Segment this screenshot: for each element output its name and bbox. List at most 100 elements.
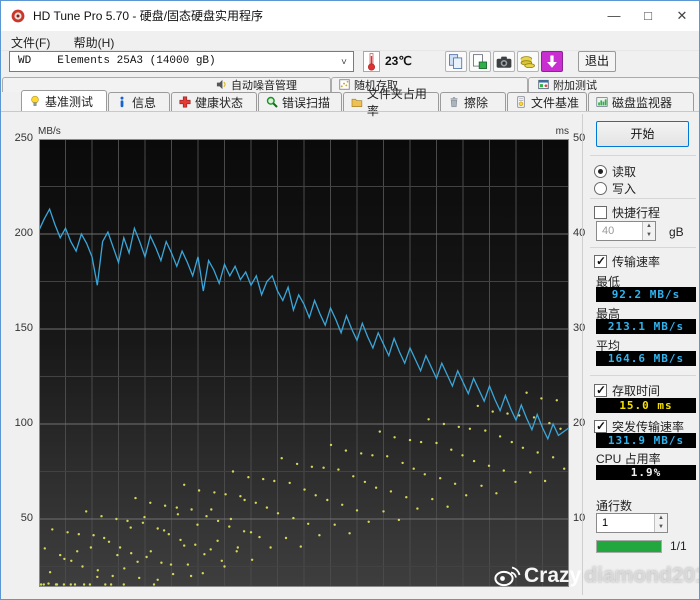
tab-label: 文件基准: [531, 95, 580, 110]
checkbox-icon[interactable]: [594, 206, 607, 219]
axis-tick: 50: [573, 132, 586, 144]
camera-icon: [496, 56, 512, 68]
short-stroke-checkbox[interactable]: 快捷行程: [594, 204, 660, 221]
short-stroke-value: 40: [602, 225, 615, 237]
access-time-value: 15.0 ms: [596, 398, 696, 413]
menu-bar: 文件(F) 帮助(H): [1, 31, 699, 51]
bulb-icon: [31, 95, 39, 106]
thermometer-icon: [368, 53, 376, 71]
app-window: HD Tune Pro 5.70 - 硬盘/固态硬盘实用程序 — □ ✕ 文件(…: [0, 0, 700, 600]
download-button[interactable]: [541, 51, 563, 72]
tab-label: 错误扫描: [282, 95, 331, 110]
random-access-icon: [339, 79, 350, 90]
watermark: Crazydiamond2012: [493, 564, 699, 588]
radio-icon[interactable]: [594, 165, 607, 178]
spin-down-icon[interactable]: ▼: [643, 231, 655, 240]
avg-value: 164.6 MB/s: [596, 351, 696, 366]
file-benchmark-icon: [517, 96, 525, 108]
app-icon: [11, 9, 25, 23]
read-radio[interactable]: 读取: [594, 163, 636, 180]
menu-help[interactable]: 帮助(H): [64, 31, 125, 51]
exit-button[interactable]: 退出: [578, 51, 616, 72]
tab-label: 附加测试: [553, 79, 597, 92]
cpu-usage-value: 1.9%: [596, 465, 696, 480]
spin-down-icon[interactable]: ▼: [655, 523, 667, 532]
tab-divider: [1, 111, 699, 112]
separator: [590, 155, 696, 156]
access-time-checkbox[interactable]: 存取时间: [594, 382, 660, 399]
axis-tick: 150: [14, 322, 33, 334]
tab-extra-tests-label[interactable]: 附加测试: [538, 78, 597, 92]
window-title: HD Tune Pro 5.70 - 硬盘/固态硬盘实用程序: [33, 9, 264, 23]
tab-folder-usage[interactable]: 文件夹占用率: [343, 87, 439, 118]
tab-info[interactable]: 信息: [108, 92, 170, 111]
save-results-button[interactable]: [469, 51, 491, 72]
tab-error-scan[interactable]: 错误扫描: [258, 92, 342, 111]
tab-health[interactable]: 健康状态: [171, 92, 257, 111]
minimize-button[interactable]: —: [597, 1, 631, 31]
checkbox-icon[interactable]: [594, 419, 607, 433]
passes-label: 通行数: [596, 499, 633, 513]
drive-select[interactable]: WD Elements 25A3 (14000 gB) ˅: [9, 51, 354, 72]
panel-divider: [582, 114, 583, 595]
folder-icon: [351, 98, 363, 107]
main-tab-row: 基准测试 信息 健康状态 错误扫描 文件夹占用率 擦除 文件基准 磁盘监视器: [1, 87, 699, 118]
axis-tick: 40: [573, 227, 586, 239]
maximize-button[interactable]: □: [631, 1, 665, 31]
separator: [590, 375, 696, 376]
tab-erase[interactable]: 擦除: [440, 92, 506, 111]
passes-stepper[interactable]: 1 ▲ ▼: [596, 513, 668, 533]
chevron-down-icon: ˅: [340, 58, 347, 69]
passes-value: 1: [602, 517, 609, 529]
weibo-icon: [494, 566, 521, 587]
speaker-icon: [216, 79, 226, 90]
transfer-rate-label: 传输速率: [612, 255, 661, 269]
spin-up-icon[interactable]: ▲: [643, 222, 655, 231]
axis-tick: 10: [573, 512, 586, 524]
write-radio-label: 写入: [612, 182, 637, 196]
start-button[interactable]: 开始: [596, 121, 689, 147]
tab-label: 自动噪音管理: [231, 79, 297, 92]
close-button[interactable]: ✕: [665, 1, 699, 31]
info-icon: [120, 96, 124, 108]
temperature-value: 23℃: [385, 54, 412, 68]
scan-icon: [266, 96, 278, 108]
axis-tick: 200: [14, 227, 33, 239]
drive-vendor: WD: [18, 55, 32, 67]
tab-aam-label[interactable]: 自动噪音管理: [216, 78, 297, 92]
axis-tick: 20: [573, 417, 586, 429]
transfer-rate-checkbox[interactable]: 传输速率: [594, 253, 660, 270]
read-radio-label: 读取: [612, 165, 637, 179]
copy-icon: [449, 53, 463, 69]
erase-icon: [450, 97, 458, 108]
axis-tick: 50: [20, 512, 33, 524]
copy-results-button[interactable]: [445, 51, 467, 72]
progress-text: 1/1: [670, 539, 687, 553]
extra-tests-icon: [538, 79, 549, 90]
radio-icon[interactable]: [594, 182, 607, 195]
drive-model: Elements 25A3 (14000 gB): [57, 55, 216, 67]
temperature-button[interactable]: [363, 51, 380, 72]
checkbox-icon[interactable]: [594, 383, 607, 397]
tab-benchmark[interactable]: 基准测试: [21, 90, 107, 111]
toolbar: WD Elements 25A3 (14000 gB) ˅ 23℃ 退出: [1, 51, 699, 77]
tab-label: 基准测试: [45, 94, 94, 109]
disks-icon: [520, 55, 535, 68]
watermark-text-head: Crazy: [524, 564, 582, 587]
title-bar: HD Tune Pro 5.70 - 硬盘/固态硬盘实用程序 — □ ✕: [1, 1, 699, 31]
tab-label: 信息: [132, 95, 157, 110]
save-database-button[interactable]: [517, 51, 539, 72]
tab-disk-monitor[interactable]: 磁盘监视器: [588, 92, 694, 111]
short-stroke-stepper[interactable]: 40 ▲ ▼: [596, 221, 656, 241]
write-radio[interactable]: 写入: [594, 180, 636, 197]
menu-file[interactable]: 文件(F): [1, 31, 60, 51]
spin-up-icon[interactable]: ▲: [655, 514, 667, 523]
checkbox-icon[interactable]: [594, 254, 607, 268]
access-time-label: 存取时间: [612, 384, 661, 398]
tab-label: 健康状态: [195, 95, 244, 110]
tab-file-benchmark[interactable]: 文件基准: [507, 92, 587, 111]
max-value: 213.1 MB/s: [596, 319, 696, 334]
progress-fill: [597, 541, 661, 552]
progress-bar: [596, 540, 662, 553]
screenshot-button[interactable]: [493, 51, 515, 72]
